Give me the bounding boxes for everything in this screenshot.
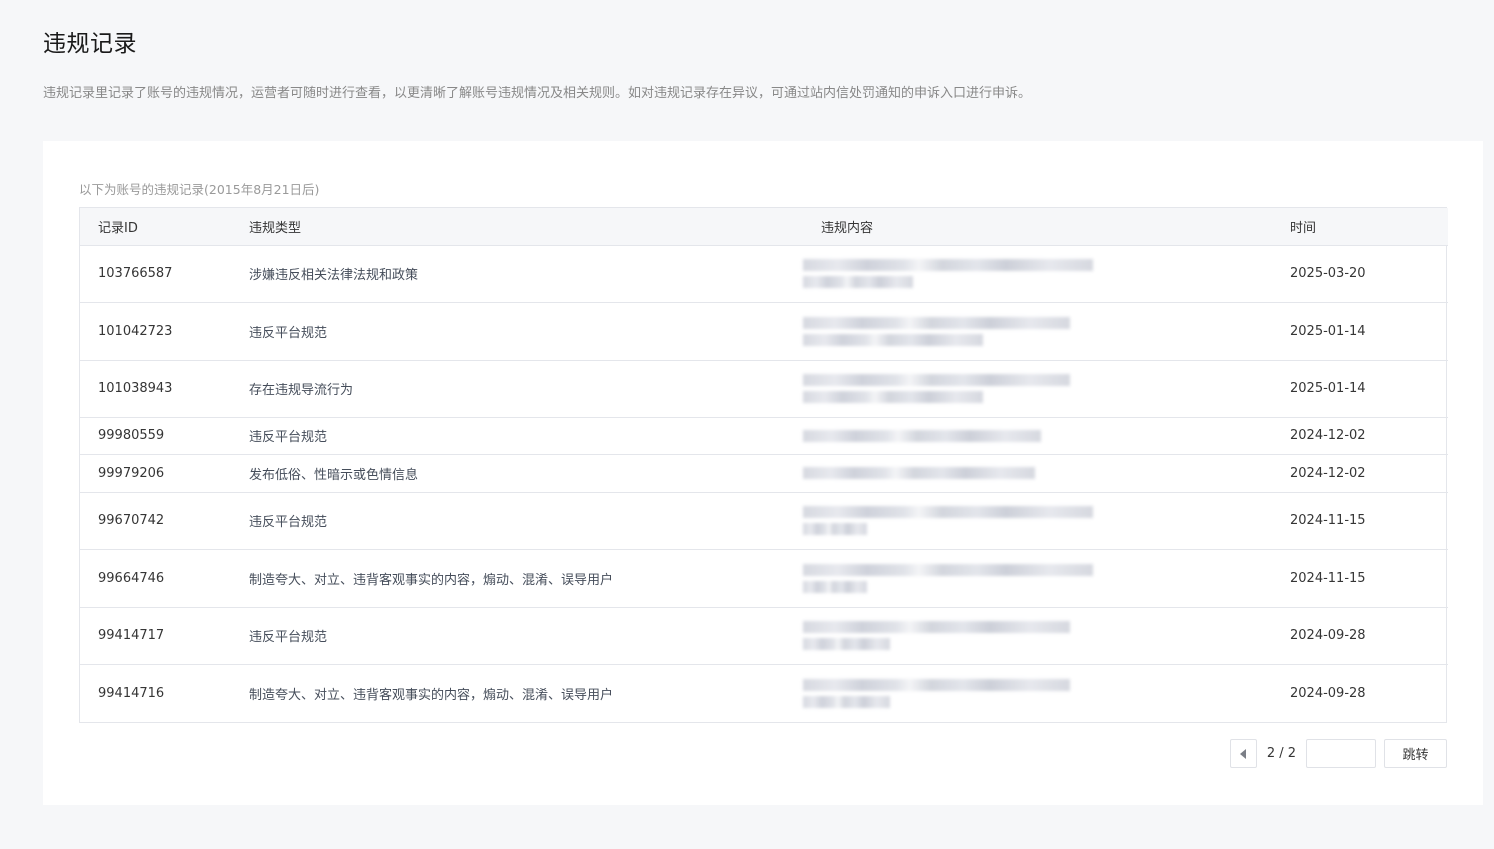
violation-content-blurred [803,245,1272,303]
violation-content-blurred [803,492,1272,550]
records-table: 记录ID 违规类型 违规内容 时间 103766587 涉嫌违反相关法律法规和政… [80,208,1448,722]
violation-content-blurred [803,417,1272,455]
violation-content-blurred [803,302,1272,361]
violation-content-blurred [803,360,1272,418]
record-id: 99414717 [80,607,231,665]
table-row: 103766587 涉嫌违反相关法律法规和政策 2025-03-20 [80,245,1448,303]
column-header-type: 违规类型 [231,208,803,246]
record-id: 101038943 [80,360,231,418]
record-date: 2024-11-15 [1272,549,1448,608]
record-date: 2024-11-15 [1272,492,1448,550]
record-date: 2024-09-28 [1290,685,1366,701]
column-header-content: 违规内容 [803,208,1272,246]
violation-content-blurred [803,454,1272,493]
record-date: 2025-01-14 [1272,360,1448,418]
table-row: 99980559 违反平台规范 2024-12-02 [80,417,1448,455]
violation-content-blurred [803,607,1272,665]
record-id: 99670742 [80,492,231,550]
violation-type: 违反平台规范 [231,492,803,550]
table-row: 99414717 违反平台规范 2024-09-28 [80,607,1448,665]
column-header-id: 记录ID [80,208,231,246]
table-row: 99664746 制造夸大、对立、违背客观事实的内容，煽动、混淆、误导用户 20… [80,549,1448,608]
table-header-row: 记录ID 违规类型 违规内容 时间 [80,208,1448,246]
violation-type: 涉嫌违反相关法律法规和政策 [231,245,803,303]
record-id: 99979206 [80,454,231,493]
record-id: 103766587 [80,245,231,303]
record-date: 2024-09-28 [1272,607,1448,665]
table-caption: 以下为账号的违规记录(2015年8月21日后) [79,182,320,197]
prev-page-button[interactable] [1229,739,1257,768]
table-row: 101042723 违反平台规范 2025-01-14 [80,302,1448,361]
violation-content-blurred [803,549,1272,608]
records-table-wrapper: 记录ID 违规类型 违规内容 时间 103766587 涉嫌违反相关法律法规和政… [79,207,1448,723]
jump-page-input[interactable] [1306,739,1376,768]
violation-type: 存在违规导流行为 [231,360,803,418]
pagination: 2 / 2 跳转 [1229,739,1447,768]
table-row: 99414716 制造夸大、对立、违背客观事实的内容，煽动、混淆、误导用户 20… [80,664,1448,722]
record-date: 2025-01-14 [1272,302,1448,361]
violation-type: 违反平台规范 [231,302,803,361]
violation-type: 制造夸大、对立、违背客观事实的内容，煽动、混淆、误导用户 [249,687,614,703]
record-id: 99980559 [80,417,231,455]
page-title: 违规记录 [43,31,137,57]
table-row: 99979206 发布低俗、性暗示或色情信息 2024-12-02 [80,454,1448,493]
record-id: 101042723 [80,302,231,361]
column-header-time: 时间 [1272,208,1448,246]
violation-content-blurred [803,664,1272,722]
record-date: 2024-12-02 [1272,417,1448,455]
caret-left-icon [1240,748,1247,759]
table-row: 101038943 存在违规导流行为 2025-01-14 [80,360,1448,418]
jump-button[interactable]: 跳转 [1384,739,1447,768]
violation-type: 违反平台规范 [231,607,803,665]
record-id: 99414716 [98,685,165,701]
violation-type: 违反平台规范 [231,417,803,455]
record-date: 2025-03-20 [1272,245,1448,303]
page-description: 违规记录里记录了账号的违规情况，运营者可随时进行查看，以更清晰了解账号违规情况及… [43,86,1032,101]
page-indicator: 2 / 2 [1266,746,1296,761]
violation-records-card: 以下为账号的违规记录(2015年8月21日后) 记录ID 违规类型 违规内容 时… [43,141,1483,805]
record-date: 2024-12-02 [1272,454,1448,493]
violation-type: 制造夸大、对立、违背客观事实的内容，煽动、混淆、误导用户 [231,549,803,608]
violation-type: 发布低俗、性暗示或色情信息 [231,454,803,493]
table-row: 99670742 违反平台规范 2024-11-15 [80,492,1448,550]
record-id: 99664746 [80,549,231,608]
